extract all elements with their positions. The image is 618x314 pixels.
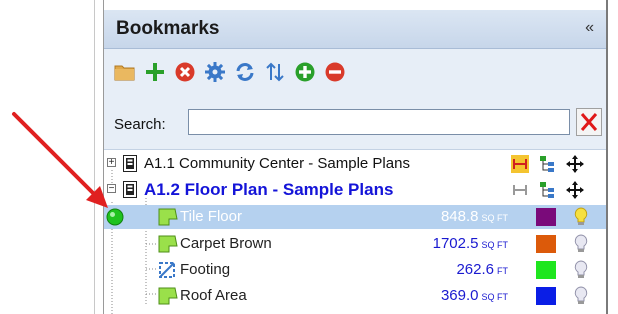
- collapse-panel-button[interactable]: «: [585, 19, 594, 37]
- active-status-icon: [106, 208, 124, 231]
- tree-group-row[interactable]: + A1.1 Community Center - Sample Plans: [104, 152, 606, 176]
- area-shape-icon: [156, 235, 178, 258]
- hierarchy-icon[interactable]: [538, 155, 556, 178]
- tree-item-quantity: 1702.5 SQ FT: [432, 235, 508, 252]
- clear-x-icon: [580, 113, 598, 131]
- bookmarks-tree: + A1.1 Community Center - Sample Plans −…: [104, 150, 606, 314]
- document-icon: [123, 181, 137, 203]
- measure-icon[interactable]: [511, 155, 529, 178]
- bookmarks-panel: Bookmarks « Search: + A1.1 Community Cen…: [104, 0, 606, 314]
- color-swatch[interactable]: [536, 235, 556, 253]
- left-strip: [0, 0, 94, 314]
- expand-all-icon[interactable]: [294, 61, 316, 83]
- hierarchy-icon[interactable]: [538, 181, 556, 204]
- color-swatch[interactable]: [536, 287, 556, 305]
- sort-icon[interactable]: [264, 61, 286, 83]
- tree-group-label: A1.2 Floor Plan - Sample Plans: [144, 180, 394, 199]
- panel-right-border: [606, 0, 608, 314]
- linear-shape-icon: [158, 261, 178, 284]
- lightbulb-off-icon[interactable]: [574, 260, 588, 285]
- area-shape-icon: [156, 287, 178, 310]
- tree-group-label: A1.1 Community Center - Sample Plans: [144, 155, 410, 172]
- collapse-all-icon[interactable]: [324, 61, 346, 83]
- area-shape-icon: [156, 208, 178, 231]
- tree-item-row[interactable]: Roof Area 369.0 SQ FT: [104, 284, 606, 308]
- tree-item-row[interactable]: Footing 262.6 FT: [104, 258, 606, 282]
- search-row: Search:: [104, 99, 606, 150]
- tree-item-label: Footing: [180, 261, 231, 278]
- panel-title: Bookmarks: [116, 18, 220, 39]
- lightbulb-on-icon[interactable]: [574, 207, 588, 232]
- panel-header: Bookmarks «: [104, 10, 606, 49]
- tree-item-row[interactable]: Tile Floor 848.8 SQ FT: [104, 205, 606, 229]
- tree-item-row[interactable]: Carpet Brown 1702.5 SQ FT: [104, 232, 606, 256]
- delete-icon[interactable]: [174, 61, 196, 83]
- document-icon: [123, 155, 137, 177]
- lightbulb-off-icon[interactable]: [574, 234, 588, 259]
- refresh-icon[interactable]: [234, 61, 256, 83]
- bookmarks-toolbar: [104, 49, 606, 99]
- tree-item-quantity: 369.0 SQ FT: [440, 287, 508, 304]
- tree-item-quantity: 262.6 FT: [456, 261, 508, 278]
- move-icon[interactable]: [566, 181, 584, 204]
- left-divider: [94, 0, 95, 314]
- color-swatch[interactable]: [536, 208, 556, 226]
- tree-item-quantity: 848.8 SQ FT: [440, 208, 508, 225]
- tree-item-label: Carpet Brown: [180, 235, 272, 252]
- measure-icon[interactable]: [511, 181, 529, 204]
- search-label: Search:: [114, 116, 166, 133]
- tree-item-label: Tile Floor: [180, 208, 242, 225]
- folder-icon[interactable]: [114, 61, 136, 83]
- add-icon[interactable]: [144, 61, 166, 83]
- collapse-toggle[interactable]: −: [107, 184, 116, 194]
- tree-group-row[interactable]: − A1.2 Floor Plan - Sample Plans: [104, 178, 606, 202]
- tree-item-label: Roof Area: [180, 287, 247, 304]
- lightbulb-off-icon[interactable]: [574, 286, 588, 311]
- color-swatch[interactable]: [536, 261, 556, 279]
- move-icon[interactable]: [566, 155, 584, 178]
- clear-search-button[interactable]: [576, 108, 602, 136]
- settings-gear-icon[interactable]: [204, 61, 226, 83]
- search-input[interactable]: [188, 109, 570, 135]
- expand-toggle[interactable]: +: [107, 158, 116, 168]
